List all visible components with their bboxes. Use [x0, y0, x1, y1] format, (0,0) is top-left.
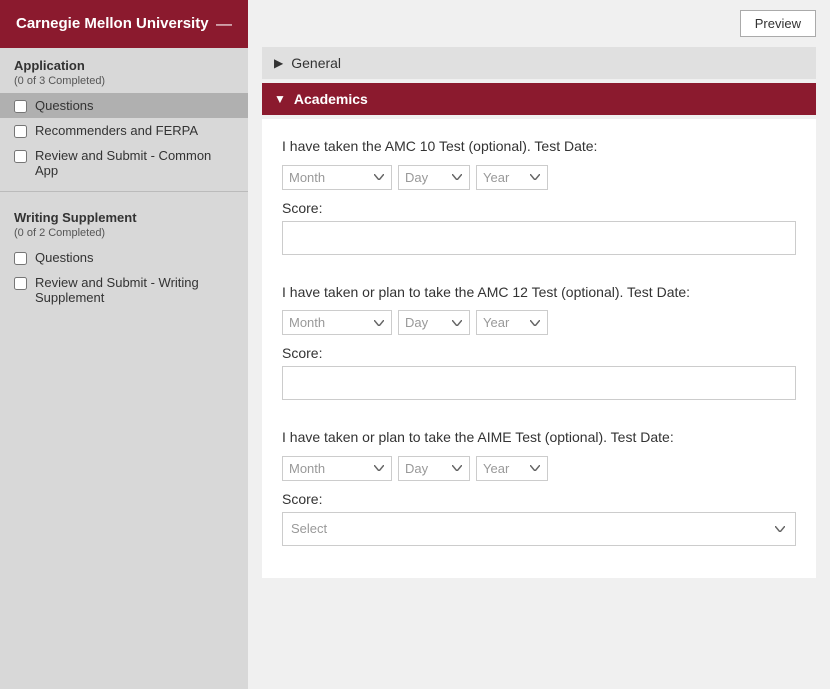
- amc12-year-select[interactable]: Year: [476, 310, 548, 335]
- amc10-question-text: I have taken the AMC 10 Test (optional).…: [282, 137, 796, 157]
- sidebar-item-ws-review[interactable]: Review and Submit - Writing Supplement: [0, 270, 248, 310]
- amc12-day-select[interactable]: Day: [398, 310, 470, 335]
- sidebar-item-label: Review and Submit - Common App: [35, 148, 234, 178]
- university-name: Carnegie Mellon University: [16, 14, 209, 34]
- sidebar-item-review-common[interactable]: Review and Submit - Common App: [0, 143, 248, 183]
- amc12-question: I have taken or plan to take the AMC 12 …: [282, 283, 796, 415]
- sidebar-item-label: Questions: [35, 98, 94, 113]
- aime-score-select[interactable]: Select: [282, 512, 796, 546]
- aime-day-select[interactable]: Day: [398, 456, 470, 481]
- sidebar: Carnegie Mellon University — Application…: [0, 0, 248, 689]
- sidebar-item-recommenders[interactable]: Recommenders and FERPA: [0, 118, 248, 143]
- minimize-button[interactable]: —: [216, 16, 232, 34]
- ws-review-checkbox[interactable]: [14, 277, 27, 290]
- aime-score-label: Score:: [282, 491, 796, 507]
- academics-section-header[interactable]: ▼ Academics: [262, 83, 816, 115]
- application-section-sublabel: (0 of 3 Completed): [0, 75, 248, 93]
- amc12-date-row: Month Day Year: [282, 310, 796, 335]
- aime-month-select[interactable]: Month: [282, 456, 392, 481]
- sidebar-item-label: Recommenders and FERPA: [35, 123, 198, 138]
- sidebar-item-questions[interactable]: Questions: [0, 93, 248, 118]
- form-body: I have taken the AMC 10 Test (optional).…: [262, 119, 816, 578]
- sidebar-header: Carnegie Mellon University —: [0, 0, 248, 48]
- general-section-label: General: [291, 55, 341, 71]
- amc12-score-label: Score:: [282, 345, 796, 361]
- writing-supplement-section-sublabel: (0 of 2 Completed): [0, 227, 248, 245]
- amc10-score-label: Score:: [282, 200, 796, 216]
- aime-date-row: Month Day Year: [282, 456, 796, 481]
- questions-checkbox[interactable]: [14, 100, 27, 113]
- sidebar-item-label: Questions: [35, 250, 94, 265]
- academics-arrow: ▼: [274, 92, 286, 106]
- amc10-year-select[interactable]: Year: [476, 165, 548, 190]
- general-section-header[interactable]: ▶ General: [262, 47, 816, 79]
- preview-button[interactable]: Preview: [740, 10, 816, 37]
- content-area: ▶ General ▼ Academics I have taken the A…: [248, 47, 830, 689]
- recommenders-checkbox[interactable]: [14, 125, 27, 138]
- application-section-label: Application: [0, 48, 248, 75]
- amc10-score-input[interactable]: [282, 221, 796, 255]
- ws-questions-checkbox[interactable]: [14, 252, 27, 265]
- main-content: Preview ▶ General ▼ Academics I have tak…: [248, 0, 830, 689]
- amc10-date-row: Month Day Year: [282, 165, 796, 190]
- aime-question-text: I have taken or plan to take the AIME Te…: [282, 428, 796, 448]
- writing-supplement-section-label: Writing Supplement: [0, 200, 248, 227]
- sidebar-item-ws-questions[interactable]: Questions: [0, 245, 248, 270]
- amc12-question-text: I have taken or plan to take the AMC 12 …: [282, 283, 796, 303]
- sidebar-divider: [0, 191, 248, 192]
- aime-question: I have taken or plan to take the AIME Te…: [282, 428, 796, 546]
- academics-section-label: Academics: [294, 91, 368, 107]
- amc12-month-select[interactable]: Month: [282, 310, 392, 335]
- sidebar-item-label: Review and Submit - Writing Supplement: [35, 275, 234, 305]
- aime-year-select[interactable]: Year: [476, 456, 548, 481]
- amc12-score-input[interactable]: [282, 366, 796, 400]
- amc10-day-select[interactable]: Day: [398, 165, 470, 190]
- topbar: Preview: [248, 0, 830, 47]
- amc10-month-select[interactable]: Month: [282, 165, 392, 190]
- amc10-question: I have taken the AMC 10 Test (optional).…: [282, 137, 796, 269]
- review-common-checkbox[interactable]: [14, 150, 27, 163]
- general-arrow: ▶: [274, 56, 283, 70]
